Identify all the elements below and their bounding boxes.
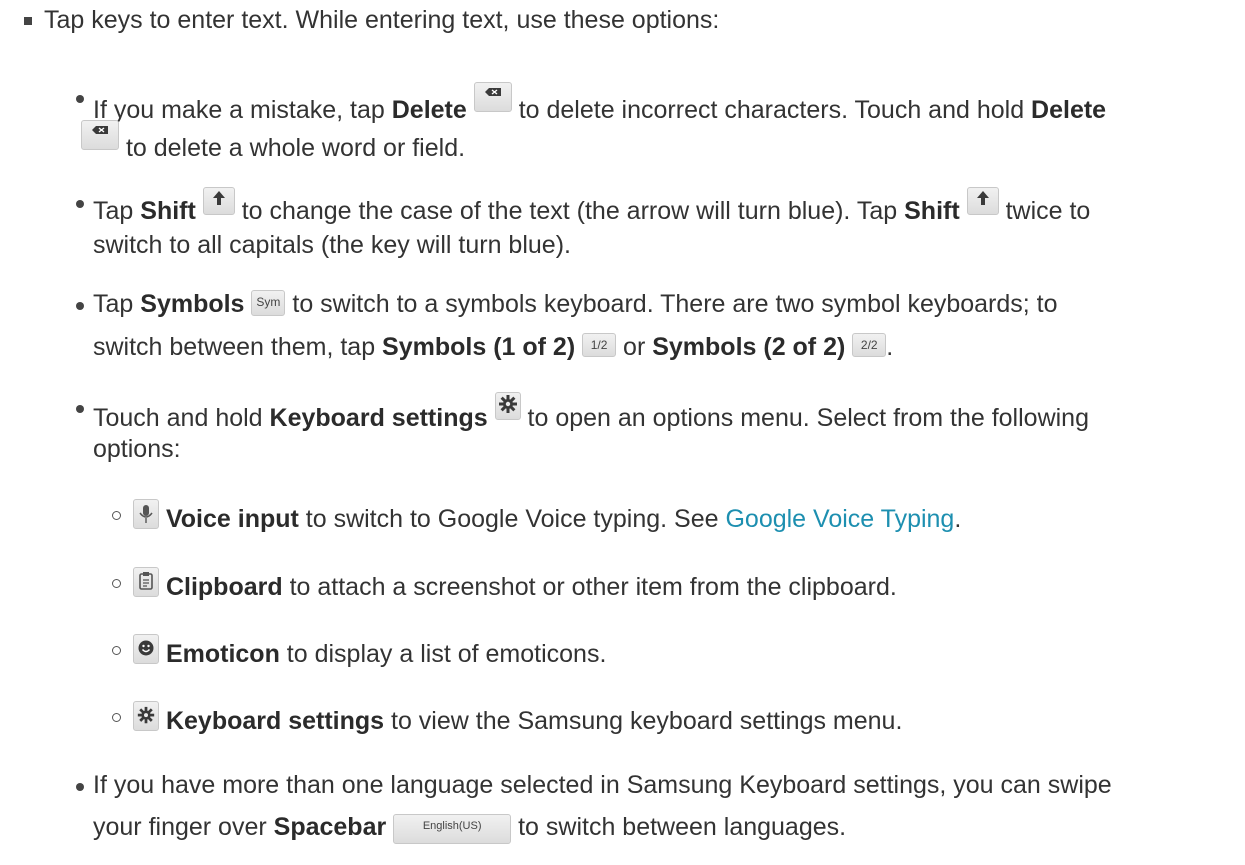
- symbols-page1-key-icon: 1/2: [582, 333, 617, 357]
- bullet-circle: [112, 511, 121, 520]
- microphone-icon: [133, 499, 159, 529]
- bullet-dot: [76, 783, 84, 791]
- voice-input-line: Voice input to switch to Google Voice ty…: [133, 499, 961, 534]
- clipboard-line: Clipboard to attach a screenshot or othe…: [133, 567, 897, 602]
- shift-line-2: switch to all capitals (the key will tur…: [93, 231, 571, 259]
- shift-line: Tap Shift to change the case of the text…: [93, 187, 1090, 226]
- language-line-2: your finger over Spacebar English(US) to…: [93, 812, 846, 844]
- shift-key-icon: [966, 187, 999, 215]
- symbols-page2-key-icon: 2/2: [852, 333, 887, 357]
- gear-icon: [133, 701, 159, 731]
- bullet-dot: [76, 405, 84, 413]
- intro-text: Tap keys to enter text. While entering t…: [44, 6, 720, 34]
- bullet-circle: [112, 713, 121, 722]
- bullet-square: [24, 17, 32, 25]
- emoticon-line: Emoticon to display a list of emoticons.: [133, 634, 606, 669]
- bullet-circle: [112, 646, 121, 655]
- spacebar-key-icon: English(US): [393, 814, 512, 844]
- delete-line-2: to delete a whole word or field.: [81, 120, 465, 163]
- symbols-line: Tap Symbols Sym to switch to a symbols k…: [93, 290, 1058, 318]
- shift-key-icon: [202, 187, 235, 215]
- bullet-dot: [76, 95, 84, 103]
- gear-icon: [494, 392, 521, 420]
- delete-line: If you make a mistake, tap Delete to del…: [93, 82, 1106, 125]
- sym-key-icon: Sym: [251, 290, 286, 316]
- keyboard-settings-line-2: options:: [93, 435, 181, 463]
- keyboard-settings-sub-line: Keyboard settings to view the Samsung ke…: [133, 701, 902, 736]
- delete-key-icon: [473, 82, 512, 112]
- keyboard-settings-line: Touch and hold Keyboard settings to open…: [93, 392, 1089, 433]
- clipboard-icon: [133, 567, 159, 597]
- symbols-line-2: switch between them, tap Symbols (1 of 2…: [93, 333, 894, 361]
- bullet-dot: [76, 200, 84, 208]
- smiley-icon: [133, 634, 159, 664]
- google-voice-typing-link[interactable]: Google Voice Typing: [725, 505, 954, 533]
- bullet-circle: [112, 579, 121, 588]
- delete-key-icon: [81, 120, 119, 150]
- bullet-dot: [76, 302, 84, 310]
- language-line: If you have more than one language selec…: [93, 771, 1112, 799]
